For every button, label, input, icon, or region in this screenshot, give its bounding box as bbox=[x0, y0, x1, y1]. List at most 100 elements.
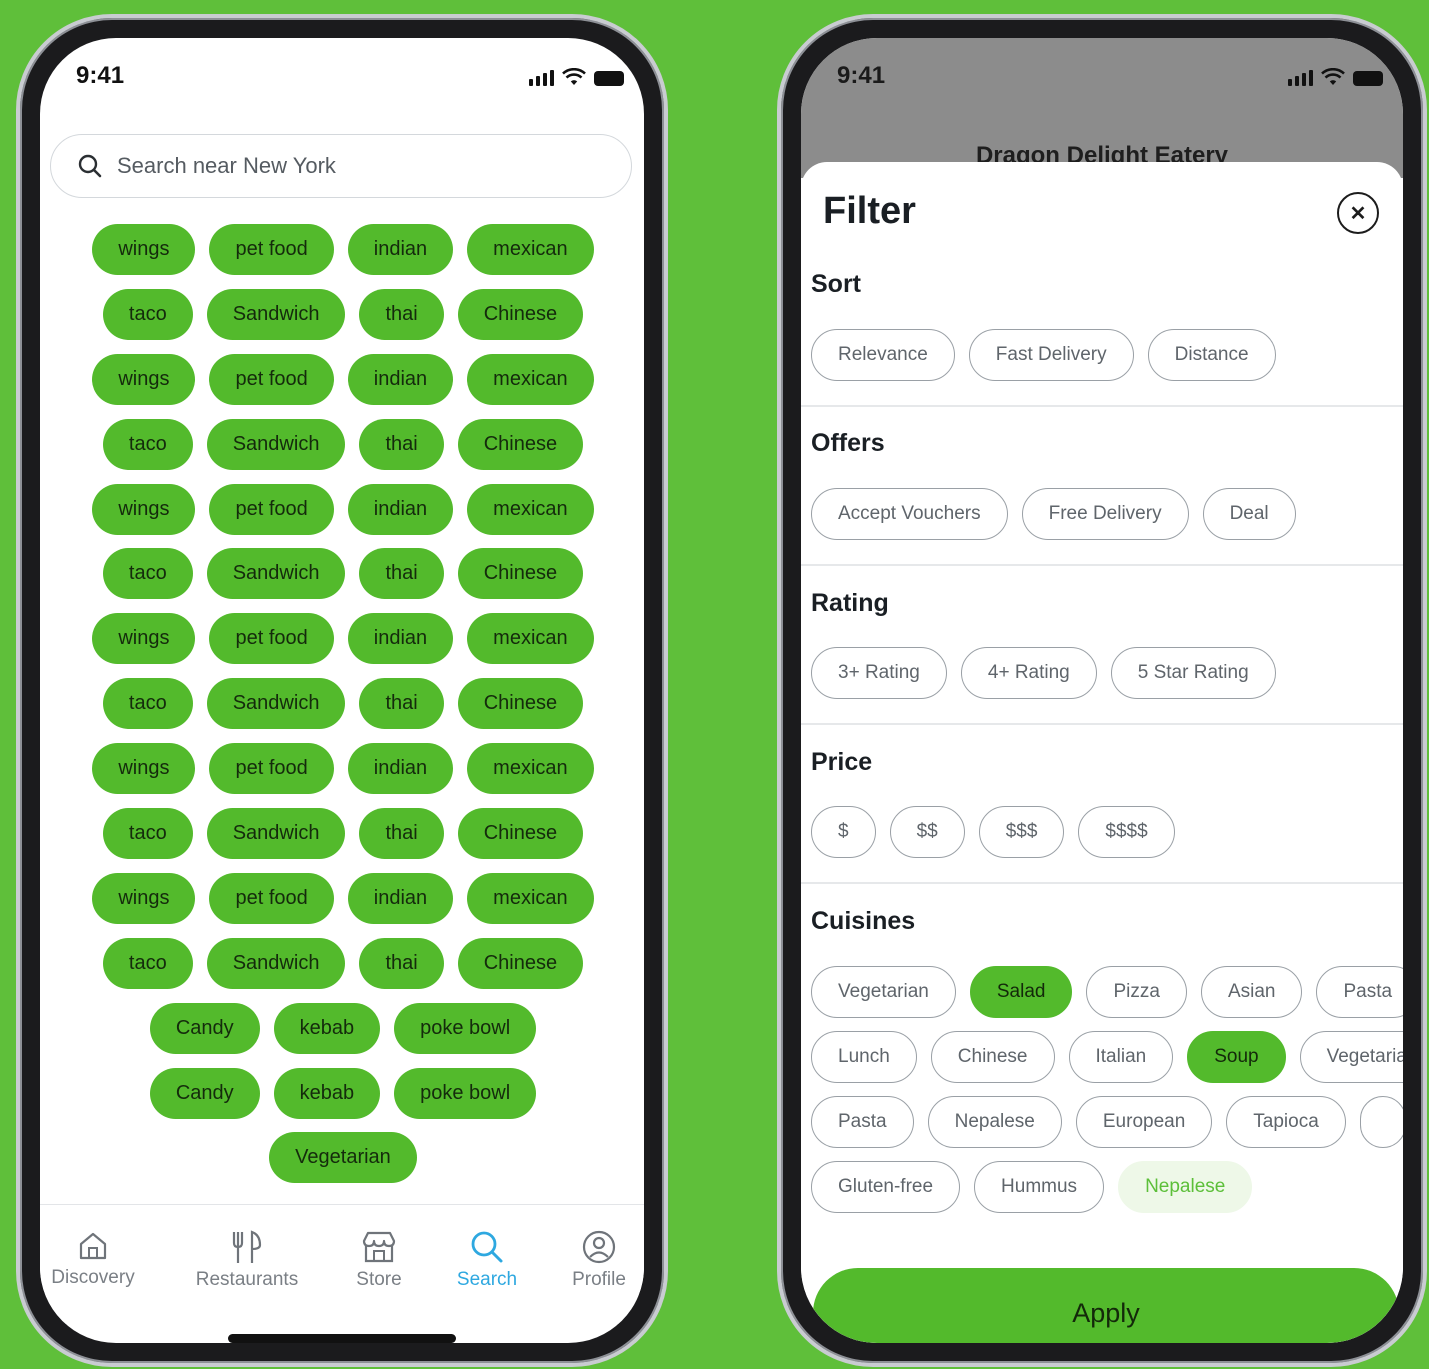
category-tag[interactable]: pet food bbox=[209, 483, 334, 535]
category-tag[interactable]: Sandwich bbox=[206, 808, 346, 860]
category-tag[interactable]: wings bbox=[92, 483, 196, 535]
category-tag[interactable]: Candy bbox=[149, 1067, 260, 1119]
category-tag[interactable]: Chinese bbox=[457, 288, 584, 340]
sort-chip[interactable]: Fast Delivery bbox=[968, 329, 1134, 381]
category-tag[interactable]: mexican bbox=[467, 353, 594, 405]
category-tag[interactable]: taco bbox=[102, 678, 193, 730]
cuisine-chip[interactable]: European bbox=[1075, 1096, 1213, 1148]
category-tag[interactable]: indian bbox=[347, 872, 454, 924]
filter-phone: 9:41 Dragon Delight Eatery Filter ✕ Sort… bbox=[777, 14, 1427, 1367]
category-tag[interactable]: thai bbox=[359, 808, 444, 860]
category-tag[interactable]: kebab bbox=[273, 1002, 381, 1054]
price-chip[interactable]: $$$$ bbox=[1078, 806, 1175, 858]
cuisine-chip[interactable]: Nepalese bbox=[1118, 1161, 1253, 1213]
cuisine-chip[interactable]: Lunch bbox=[811, 1031, 917, 1083]
category-tag[interactable]: Chinese bbox=[457, 418, 584, 470]
category-tag[interactable]: Sandwich bbox=[206, 678, 346, 730]
home-icon bbox=[79, 1232, 107, 1260]
category-tag[interactable]: wings bbox=[92, 224, 196, 275]
tab-restaurants[interactable]: Restaurants bbox=[182, 1229, 312, 1291]
category-tag[interactable]: mexican bbox=[467, 743, 594, 795]
category-tag[interactable]: Sandwich bbox=[206, 937, 346, 989]
category-tag[interactable]: Chinese bbox=[457, 808, 584, 860]
cuisine-chip[interactable]: Pasta bbox=[1316, 966, 1403, 1018]
category-tag[interactable]: pet food bbox=[209, 224, 334, 275]
offers-chip[interactable]: Free Delivery bbox=[1021, 488, 1189, 540]
cuisine-chip[interactable]: Hummus bbox=[974, 1161, 1105, 1213]
category-tag[interactable]: indian bbox=[347, 353, 454, 405]
offers-chip[interactable]: Deal bbox=[1202, 488, 1296, 540]
cuisine-chip[interactable]: Vegetarian bbox=[1299, 1031, 1403, 1083]
category-tag[interactable]: taco bbox=[102, 288, 193, 340]
cuisine-chip[interactable]: Gluten-free bbox=[811, 1161, 961, 1213]
category-tag[interactable]: mexican bbox=[467, 483, 594, 535]
category-tag[interactable]: kebab bbox=[273, 1067, 381, 1119]
category-tag[interactable]: wings bbox=[92, 872, 196, 924]
category-tag[interactable]: Chinese bbox=[457, 548, 584, 600]
category-tag[interactable]: Vegetarian bbox=[269, 1132, 417, 1184]
category-tag[interactable]: Candy bbox=[149, 1002, 260, 1054]
sort-chip[interactable]: Relevance bbox=[811, 329, 955, 381]
category-tag[interactable]: mexican bbox=[467, 224, 594, 275]
category-tag[interactable]: thai bbox=[359, 548, 444, 600]
home-indicator bbox=[228, 1334, 456, 1343]
category-tag[interactable]: taco bbox=[102, 808, 193, 860]
cuisine-chip[interactable]: Pizza bbox=[1086, 966, 1187, 1018]
cuisine-chip[interactable]: Tapioca bbox=[1226, 1096, 1346, 1148]
category-tag[interactable]: thai bbox=[359, 288, 444, 340]
price-chip[interactable]: $ bbox=[811, 806, 876, 858]
category-tag[interactable]: indian bbox=[347, 613, 454, 665]
cuisine-chip[interactable] bbox=[1359, 1096, 1403, 1148]
category-tag[interactable]: pet food bbox=[209, 353, 334, 405]
category-tag[interactable]: Chinese bbox=[457, 678, 584, 730]
rating-chip[interactable]: 3+ Rating bbox=[811, 647, 947, 699]
cuisine-chip[interactable]: Vegetarian bbox=[811, 966, 956, 1018]
sort-options: Relevance Fast Delivery Distance bbox=[811, 329, 1276, 381]
cuisine-chip[interactable]: Asian bbox=[1200, 966, 1303, 1018]
category-tag[interactable]: Sandwich bbox=[206, 288, 346, 340]
tag-row: wings pet food indian mexican bbox=[40, 483, 644, 536]
tab-profile[interactable]: Profile bbox=[534, 1229, 644, 1291]
tab-search[interactable]: Search bbox=[422, 1229, 552, 1291]
cuisine-chip[interactable]: Nepalese bbox=[927, 1096, 1062, 1148]
apply-button[interactable]: Apply bbox=[813, 1268, 1399, 1343]
category-tag[interactable]: mexican bbox=[467, 872, 594, 924]
cuisine-chip[interactable]: Italian bbox=[1068, 1031, 1174, 1083]
cuisine-chip[interactable]: Chinese bbox=[930, 1031, 1055, 1083]
category-tag[interactable]: Sandwich bbox=[206, 418, 346, 470]
category-tag[interactable]: thai bbox=[359, 937, 444, 989]
category-tag[interactable]: mexican bbox=[467, 613, 594, 665]
price-chip[interactable]: $$ bbox=[889, 806, 965, 858]
category-tag[interactable]: taco bbox=[102, 937, 193, 989]
category-tag[interactable]: pet food bbox=[209, 743, 334, 795]
category-tag[interactable]: pet food bbox=[209, 613, 334, 665]
category-tag[interactable]: thai bbox=[359, 418, 444, 470]
category-tag[interactable]: poke bowl bbox=[394, 1067, 537, 1119]
category-tag[interactable]: Chinese bbox=[457, 937, 584, 989]
search-input[interactable]: Search near New York bbox=[50, 134, 632, 198]
category-tag[interactable]: thai bbox=[359, 678, 444, 730]
close-button[interactable]: ✕ bbox=[1337, 192, 1379, 234]
cuisine-chip[interactable]: Salad bbox=[969, 966, 1073, 1018]
rating-chip[interactable]: 4+ Rating bbox=[960, 647, 1097, 699]
category-tag[interactable]: taco bbox=[102, 418, 193, 470]
rating-heading: Rating bbox=[811, 589, 889, 617]
tab-discovery[interactable]: Discovery bbox=[40, 1229, 158, 1289]
rating-chip[interactable]: 5 Star Rating bbox=[1110, 647, 1276, 699]
category-tag[interactable]: wings bbox=[92, 743, 196, 795]
price-chip[interactable]: $$$ bbox=[978, 806, 1065, 858]
category-tag[interactable]: Sandwich bbox=[206, 548, 346, 600]
category-tag[interactable]: poke bowl bbox=[394, 1002, 537, 1054]
category-tag[interactable]: wings bbox=[92, 353, 196, 405]
sort-chip[interactable]: Distance bbox=[1147, 329, 1276, 381]
offers-chip[interactable]: Accept Vouchers bbox=[811, 488, 1008, 540]
category-tag[interactable]: indian bbox=[347, 743, 454, 795]
category-tag[interactable]: taco bbox=[102, 548, 193, 600]
category-tag[interactable]: wings bbox=[92, 613, 196, 665]
category-tag[interactable]: indian bbox=[347, 483, 454, 535]
category-tag[interactable]: pet food bbox=[209, 872, 334, 924]
cuisine-chip[interactable]: Pasta bbox=[811, 1096, 914, 1148]
tab-discovery-label: Discovery bbox=[51, 1267, 135, 1288]
cuisine-chip[interactable]: Soup bbox=[1187, 1031, 1286, 1083]
category-tag[interactable]: indian bbox=[347, 224, 454, 275]
